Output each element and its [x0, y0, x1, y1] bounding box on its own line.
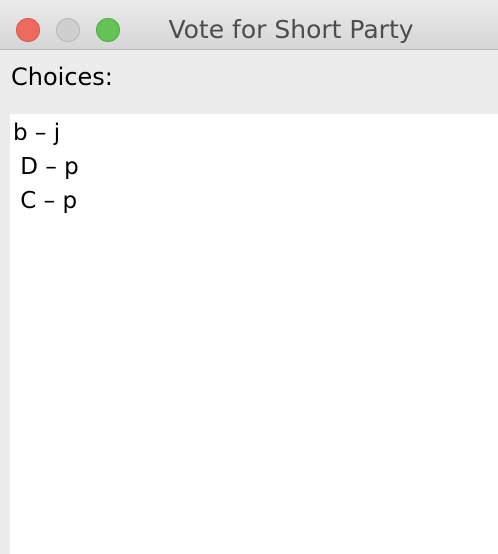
- minimize-button[interactable]: [56, 18, 80, 42]
- list-item[interactable]: C – p: [10, 186, 498, 220]
- choices-list[interactable]: b – j D – p C – p: [10, 114, 498, 554]
- title-bar[interactable]: Vote for Short Party: [0, 0, 498, 50]
- choices-label: Choices:: [11, 63, 113, 91]
- close-button[interactable]: [16, 18, 40, 42]
- app-window: Vote for Short Party Choices: b – j D – …: [0, 0, 498, 554]
- list-item[interactable]: D – p: [10, 152, 498, 186]
- window-title: Vote for Short Party: [168, 15, 414, 44]
- zoom-button[interactable]: [96, 18, 120, 42]
- list-item[interactable]: b – j: [10, 118, 498, 152]
